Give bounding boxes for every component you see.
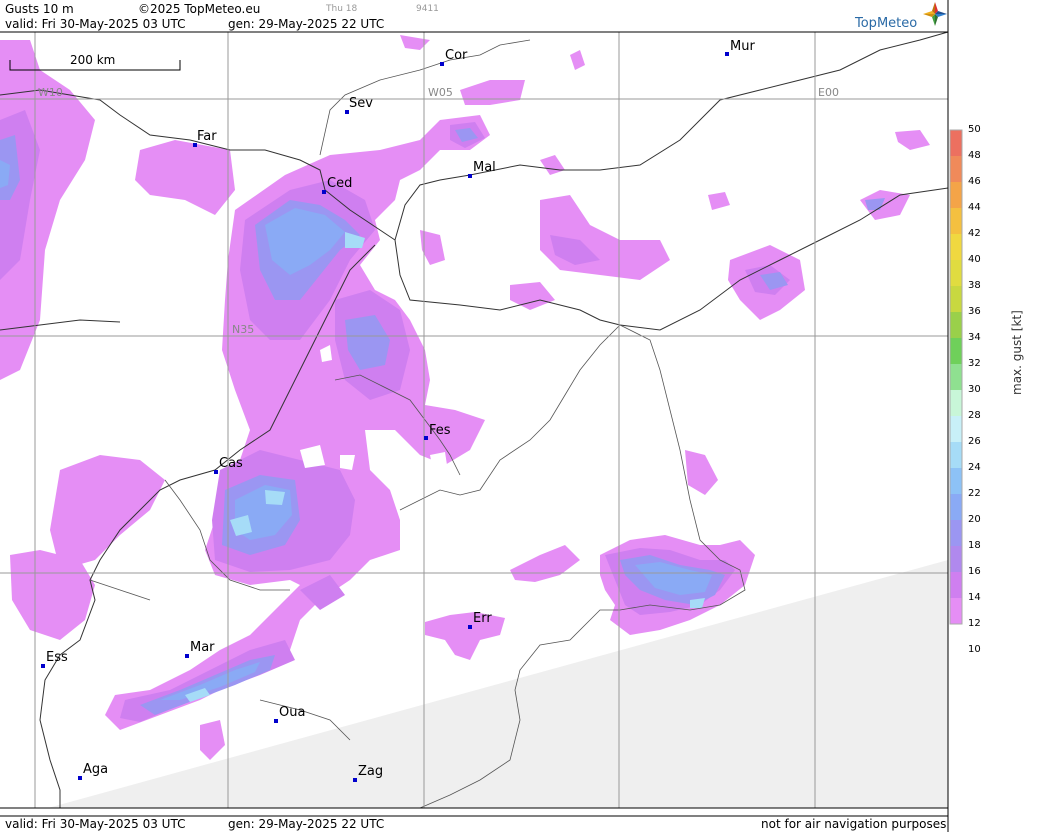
city-label-mal: Mal [473,160,496,175]
legend-segment-22-24 [950,468,962,494]
legend-tick-36: 36 [968,306,981,317]
grid-label-w10: W10 [38,86,63,99]
legend-segment-34-36 [950,312,962,338]
legend-segment-20-22 [950,494,962,520]
city-label-far: Far [197,129,217,144]
city-label-mar: Mar [190,640,215,655]
valid-time: valid: Fri 30-May-2025 03 UTC [5,17,186,31]
map-canvas[interactable] [0,0,1039,832]
legend-segment-12-14 [950,598,962,624]
topmeteo-logo-icon [923,2,947,26]
legend-tick-26: 26 [968,436,981,447]
city-label-oua: Oua [279,705,306,720]
legend-tick-22: 22 [968,488,981,499]
legend-tick-48: 48 [968,150,981,161]
legend-tick-12: 12 [968,618,981,629]
code-small: 9411 [416,4,439,14]
legend-segment-32-34 [950,338,962,364]
copyright: ©2025 TopMeteo.eu [138,2,261,16]
legend-tick-40: 40 [968,254,981,265]
legend-segment-42-44 [950,208,962,234]
city-label-ess: Ess [46,650,68,665]
legend-tick-10: 10 [968,644,981,655]
legend-tick-42: 42 [968,228,981,239]
footer-gen-time: gen: 29-May-2025 22 UTC [228,817,385,831]
legend-tick-30: 30 [968,384,981,395]
grid-label-n35: N35 [232,323,255,336]
legend-tick-24: 24 [968,462,981,473]
city-label-cor: Cor [445,48,468,63]
grid-label-e00: E00 [818,86,839,99]
legend-tick-14: 14 [968,592,981,603]
day-small: Thu 18 [326,4,358,14]
legend-tick-32: 32 [968,358,981,369]
city-label-ced: Ced [327,176,353,191]
legend-segment-28-30 [950,390,962,416]
legend-tick-50: 50 [968,124,981,135]
city-label-err: Err [473,611,492,626]
legend-tick-34: 34 [968,332,981,343]
city-label-zag: Zag [358,764,384,779]
legend-segment-26-28 [950,416,962,442]
city-label-fes: Fes [429,423,451,438]
brand-name: TopMeteo [855,16,918,31]
legend-segment-18-20 [950,520,962,546]
legend-tick-28: 28 [968,410,981,421]
legend-tick-46: 46 [968,176,981,187]
footer-valid-time: valid: Fri 30-May-2025 03 UTC [5,817,186,831]
city-label-mur: Mur [730,39,755,54]
legend-tick-18: 18 [968,540,981,551]
legend-segment-36-38 [950,286,962,312]
grid-label-w05: W05 [428,86,453,99]
legend-segment-48-50 [950,130,962,156]
legend-tick-44: 44 [968,202,981,213]
legend-segment-40-42 [950,234,962,260]
legend-segment-30-32 [950,364,962,390]
city-label-cas: Cas [219,456,243,471]
scale-label: 200 km [70,53,116,67]
legend-color-bar [949,129,963,625]
legend-segment-14-16 [950,572,962,598]
gen-time: gen: 29-May-2025 22 UTC [228,17,385,31]
legend-segment-44-46 [950,182,962,208]
city-label-aga: Aga [83,762,109,777]
legend-segment-46-48 [950,156,962,182]
legend-segment-38-40 [950,260,962,286]
city-label-sev: Sev [349,96,373,111]
legend-segment-24-26 [950,442,962,468]
legend-tick-16: 16 [968,566,981,577]
legend-title: max. gust [kt] [1010,310,1024,395]
legend-segment-16-18 [950,546,962,572]
legend-tick-38: 38 [968,280,981,291]
product-title: Gusts 10 m [5,2,74,16]
disclaimer: not for air navigation purposes [761,817,947,831]
legend-tick-20: 20 [968,514,981,525]
